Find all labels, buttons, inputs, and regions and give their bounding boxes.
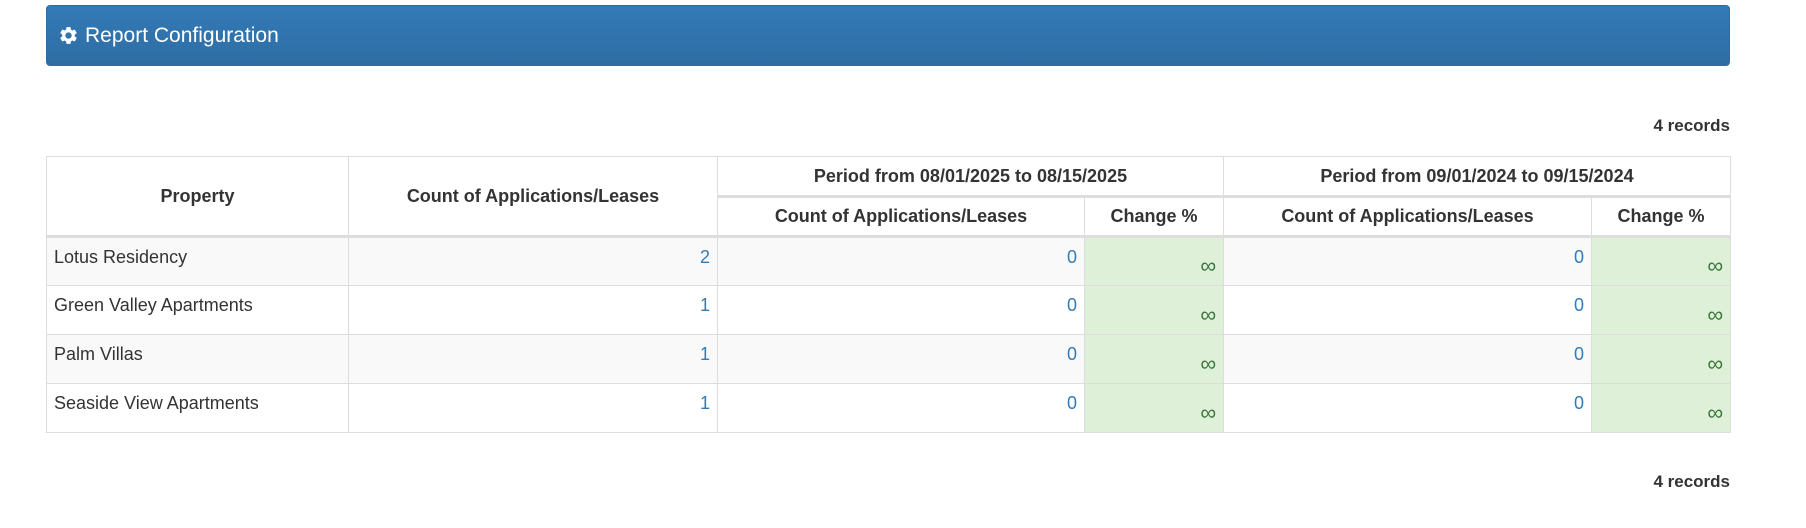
period-1-count-cell: 0 [717,334,1085,384]
period-1-count-cell: 0 [717,236,1085,286]
period-2-count-link[interactable]: 0 [1574,344,1584,364]
property-cell: Palm Villas [46,334,349,384]
count-cell: 2 [348,236,718,286]
header-period-1: Period from 08/01/2025 to 08/15/2025 [717,156,1224,198]
period-2-count-link[interactable]: 0 [1574,393,1584,413]
period-1-change-cell: ∞ [1084,334,1224,384]
period-1-count-link[interactable]: 0 [1067,393,1077,413]
gear-icon [60,27,77,44]
header-property[interactable]: Property [46,156,349,238]
header-period-2-count[interactable]: Count of Applications/Leases [1223,196,1592,238]
period-1-count-link[interactable]: 0 [1067,344,1077,364]
header-count[interactable]: Count of Applications/Leases [348,156,718,238]
header-period-1-change[interactable]: Change % [1084,196,1224,238]
period-1-change-cell: ∞ [1084,236,1224,286]
count-link[interactable]: 1 [700,393,710,413]
period-1-count-cell: 0 [717,383,1085,433]
period-1-count-link[interactable]: 0 [1067,247,1077,267]
table-row: Seaside View Apartments 1 0 ∞ 0 ∞ [46,383,1731,433]
count-link[interactable]: 1 [700,295,710,315]
header-period-2-change[interactable]: Change % [1591,196,1731,238]
property-cell: Lotus Residency [46,236,349,286]
period-1-change-cell: ∞ [1084,383,1224,433]
table-row: Palm Villas 1 0 ∞ 0 ∞ [46,334,1731,384]
records-count-top: 4 records [1653,116,1730,135]
period-1-count-cell: 0 [717,285,1085,335]
count-cell: 1 [348,383,718,433]
count-cell: 1 [348,285,718,335]
period-1-count-link[interactable]: 0 [1067,295,1077,315]
table-row: Lotus Residency 2 0 ∞ 0 ∞ [46,236,1731,286]
property-cell: Green Valley Apartments [46,285,349,335]
property-cell: Seaside View Apartments [46,383,349,433]
report-table: Property Count of Applications/Leases Pe… [46,156,1731,433]
count-link[interactable]: 1 [700,344,710,364]
period-1-change-cell: ∞ [1084,285,1224,335]
period-2-count-link[interactable]: 0 [1574,295,1584,315]
table-row: Green Valley Apartments 1 0 ∞ 0 ∞ [46,285,1731,335]
period-2-count-link[interactable]: 0 [1574,247,1584,267]
panel-title: Report Configuration [85,24,279,47]
period-2-change-cell: ∞ [1591,285,1731,335]
period-2-count-cell: 0 [1223,334,1592,384]
count-link[interactable]: 2 [700,247,710,267]
period-2-change-cell: ∞ [1591,236,1731,286]
records-count-bottom: 4 records [1653,472,1730,491]
period-2-change-cell: ∞ [1591,383,1731,433]
header-period-2: Period from 09/01/2024 to 09/15/2024 [1223,156,1731,198]
report-configuration-panel[interactable]: Report Configuration [46,5,1730,66]
count-cell: 1 [348,334,718,384]
period-2-count-cell: 0 [1223,383,1592,433]
header-period-1-count[interactable]: Count of Applications/Leases [717,196,1085,238]
period-2-count-cell: 0 [1223,285,1592,335]
period-2-count-cell: 0 [1223,236,1592,286]
period-2-change-cell: ∞ [1591,334,1731,384]
